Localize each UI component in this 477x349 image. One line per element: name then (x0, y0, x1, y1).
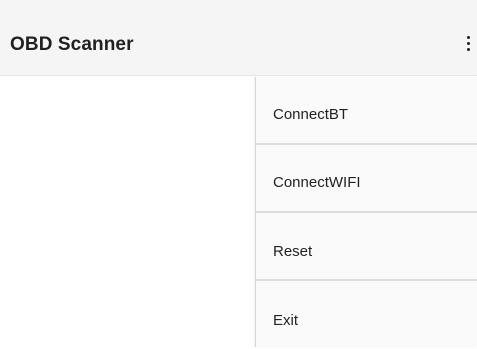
app-title: OBD Scanner (10, 34, 134, 55)
overflow-menu: ConnectBT ConnectWIFI Reset Exit (255, 77, 477, 347)
menu-item-label: Exit (273, 312, 299, 329)
app-bar: OBD Scanner (0, 0, 477, 76)
menu-item-reset[interactable]: Reset (256, 213, 477, 281)
overflow-menu-button[interactable] (453, 30, 477, 60)
menu-item-connect-wifi[interactable]: ConnectWIFI (256, 145, 477, 213)
menu-item-label: ConnectBT (273, 106, 349, 123)
menu-item-connect-bt[interactable]: ConnectBT (256, 77, 477, 145)
menu-item-label: Reset (273, 243, 313, 260)
menu-item-exit[interactable]: Exit (256, 281, 477, 349)
menu-item-label: ConnectWIFI (273, 174, 361, 191)
